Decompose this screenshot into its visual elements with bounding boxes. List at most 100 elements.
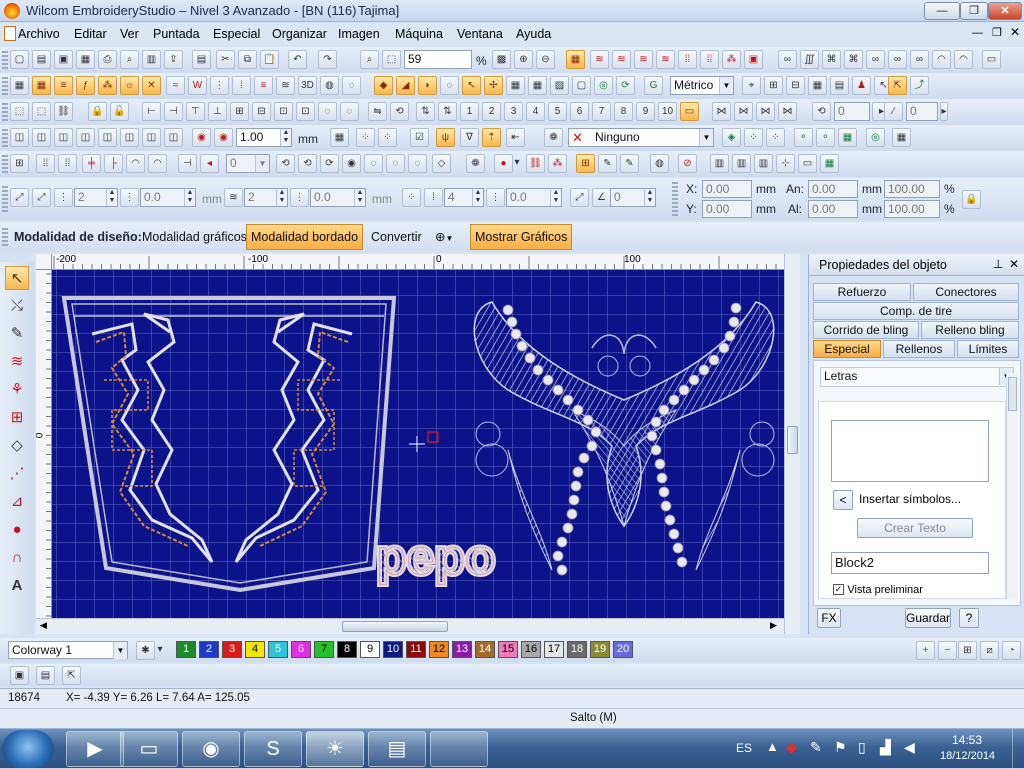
tool-m-icon[interactable]: ◉ bbox=[342, 154, 361, 173]
angle-field-1[interactable]: 0 bbox=[834, 102, 870, 121]
color-swatch-8[interactable]: 8 bbox=[337, 641, 357, 658]
spacing-field-7[interactable]: 0 ▲ ▼ bbox=[610, 188, 656, 207]
color-swatch-18[interactable]: 18 bbox=[567, 641, 587, 658]
mirror-h-icon[interactable]: ⋈ bbox=[712, 102, 731, 121]
show-desktop-button[interactable] bbox=[1012, 729, 1024, 769]
scroll-right-icon[interactable]: ▶ bbox=[770, 620, 777, 631]
redo-icon[interactable]: ↷ bbox=[318, 50, 337, 69]
menu-archivo[interactable]: Archivo bbox=[18, 27, 60, 41]
undo-icon[interactable]: ↶ bbox=[288, 50, 307, 69]
space-icon[interactable]: ◌ bbox=[318, 102, 337, 121]
explorer-icon[interactable]: ▭ bbox=[120, 731, 178, 767]
group-icon[interactable]: ⬚ bbox=[10, 102, 29, 121]
sequence8-icon[interactable]: ◠ bbox=[932, 50, 951, 69]
toolbar-grip[interactable] bbox=[2, 77, 8, 95]
zoom-out-icon[interactable]: ⊖ bbox=[536, 50, 555, 69]
weld-icon[interactable]: ◫ bbox=[10, 128, 29, 147]
folder-icon[interactable]: ▭ bbox=[680, 102, 699, 121]
stepper-icon[interactable]: ▲ ▼ bbox=[354, 189, 365, 206]
outline-tool-icon[interactable]: ◇ bbox=[5, 434, 29, 458]
distribute-h-icon[interactable]: ⊡ bbox=[274, 102, 293, 121]
tab-comp-tire[interactable]: Comp. de tire bbox=[813, 302, 1019, 320]
zoom-fit-icon[interactable]: ▩ bbox=[492, 50, 511, 69]
grid2-icon[interactable]: ▦ bbox=[808, 76, 827, 95]
design-canvas[interactable]: pepo pepo bbox=[52, 270, 784, 618]
scroll-left-icon[interactable]: ◀ bbox=[40, 620, 47, 631]
clock-date[interactable]: 18/12/2014 bbox=[940, 750, 995, 762]
color-swatch-19[interactable]: 19 bbox=[590, 641, 610, 658]
bucket-icon[interactable]: ◍ bbox=[650, 154, 669, 173]
trim-icon[interactable]: ◫ bbox=[32, 128, 51, 147]
color-swatch-2[interactable]: 2 bbox=[199, 641, 219, 658]
convert-button[interactable]: Convertir bbox=[366, 224, 427, 250]
new-icon[interactable]: ▢ bbox=[10, 50, 29, 69]
start-button[interactable] bbox=[2, 730, 54, 768]
seq-1-icon[interactable]: 1 bbox=[460, 102, 479, 121]
blank-taskbar-button[interactable] bbox=[430, 731, 488, 767]
lettering-pepo[interactable]: pepo bbox=[376, 529, 496, 586]
connect3-icon[interactable]: ▦ bbox=[838, 128, 857, 147]
tool-i-icon[interactable]: ◂ bbox=[200, 154, 219, 173]
seq-7-icon[interactable]: 7 bbox=[592, 102, 611, 121]
width-field[interactable]: 0.00 bbox=[808, 180, 858, 198]
color-swatch-9[interactable]: 9 bbox=[360, 641, 380, 658]
skew-icon[interactable]: ⋈ bbox=[756, 102, 775, 121]
tool-o-icon[interactable]: ◌ bbox=[386, 154, 405, 173]
color-swatch-7[interactable]: 7 bbox=[314, 641, 334, 658]
color-swatch-14[interactable]: 14 bbox=[475, 641, 495, 658]
effect-icon[interactable]: ◍ bbox=[320, 76, 339, 95]
doc-icon[interactable] bbox=[4, 26, 16, 41]
tab-corrido-bling[interactable]: Corrido de bling bbox=[813, 321, 919, 339]
node-icon[interactable]: ↖ bbox=[462, 76, 481, 95]
remove-color-icon[interactable]: − bbox=[938, 641, 957, 660]
spacing-f-icon[interactable]: ⋮ bbox=[290, 188, 309, 207]
needle-icon[interactable]: ∇ bbox=[460, 128, 479, 147]
eraser-icon[interactable]: ◇ bbox=[432, 154, 451, 173]
join-icon[interactable]: ◫ bbox=[164, 128, 183, 147]
view-list-icon[interactable]: ▤ bbox=[36, 666, 55, 685]
show-bling-icon[interactable]: ⁂ bbox=[722, 50, 741, 69]
space2-icon[interactable]: ◌ bbox=[340, 102, 359, 121]
stepper-icon[interactable]: ▲ ▼ bbox=[276, 189, 287, 206]
tool-j-icon[interactable]: ⟲ bbox=[276, 154, 295, 173]
mdi-close-button[interactable]: ✕ bbox=[1010, 25, 1020, 39]
seq-c-icon[interactable]: ▥ bbox=[754, 154, 773, 173]
open-icon[interactable]: ▤ bbox=[32, 50, 51, 69]
radial-fill-icon[interactable]: ☼ bbox=[120, 76, 139, 95]
sequence5-icon[interactable]: ∞ bbox=[866, 50, 885, 69]
ungroup-icon[interactable]: ⬚ bbox=[32, 102, 51, 121]
zoom-in-icon[interactable]: ⊕ bbox=[514, 50, 533, 69]
branch-icon[interactable]: ⤴ bbox=[910, 76, 929, 95]
show-tieins-icon[interactable]: ⁞⁞ bbox=[678, 50, 697, 69]
toolbar-grip[interactable] bbox=[2, 228, 8, 246]
spacing-c-icon[interactable]: ⋮ bbox=[54, 188, 73, 207]
cross-fill-icon[interactable]: ✕ bbox=[142, 76, 161, 95]
select-arrow-icon[interactable]: ↖ bbox=[5, 266, 29, 290]
link-color-icon[interactable]: ⛓ bbox=[526, 154, 545, 173]
curve-icon[interactable]: ◗ bbox=[418, 76, 437, 95]
table-icon[interactable]: ▦ bbox=[528, 76, 547, 95]
panel-scrollbar[interactable] bbox=[1006, 373, 1018, 599]
insert-symbols-arrow-button[interactable]: < bbox=[833, 490, 853, 510]
color-wheel-tool-icon[interactable]: ◔ bbox=[1002, 641, 1021, 660]
restore-button[interactable]: ❐ bbox=[960, 2, 988, 20]
seq-2-icon[interactable]: 2 bbox=[482, 102, 501, 121]
pen-icon[interactable]: ✎ bbox=[598, 154, 617, 173]
show-applique-icon[interactable]: ▣ bbox=[744, 50, 763, 69]
hole-tool-icon[interactable]: ∩ bbox=[5, 546, 29, 570]
width-pct-field[interactable]: 100.00 bbox=[884, 180, 940, 198]
reshape-icon[interactable]: ⇱ bbox=[888, 76, 907, 95]
tool-d-icon[interactable]: ╪ bbox=[82, 154, 101, 173]
save-as-icon[interactable]: ▦ bbox=[76, 50, 95, 69]
horizontal-scroll-thumb[interactable] bbox=[342, 621, 448, 632]
help-button[interactable]: ? bbox=[959, 608, 979, 628]
signal-icon[interactable]: ▟ bbox=[880, 739, 891, 756]
colorway-select[interactable]: Colorway 1 ▼ bbox=[8, 641, 128, 659]
chevron-down-icon[interactable]: ▼ bbox=[113, 642, 127, 659]
break-icon[interactable]: ◫ bbox=[142, 128, 161, 147]
save-button[interactable]: Guardar bbox=[905, 608, 951, 628]
copy-icon[interactable]: ⧉ bbox=[238, 50, 257, 69]
image-icon[interactable]: ▨ bbox=[550, 76, 569, 95]
stepper-icon[interactable]: ▲ ▼ bbox=[644, 189, 655, 206]
fx-button[interactable]: FX bbox=[817, 608, 841, 628]
